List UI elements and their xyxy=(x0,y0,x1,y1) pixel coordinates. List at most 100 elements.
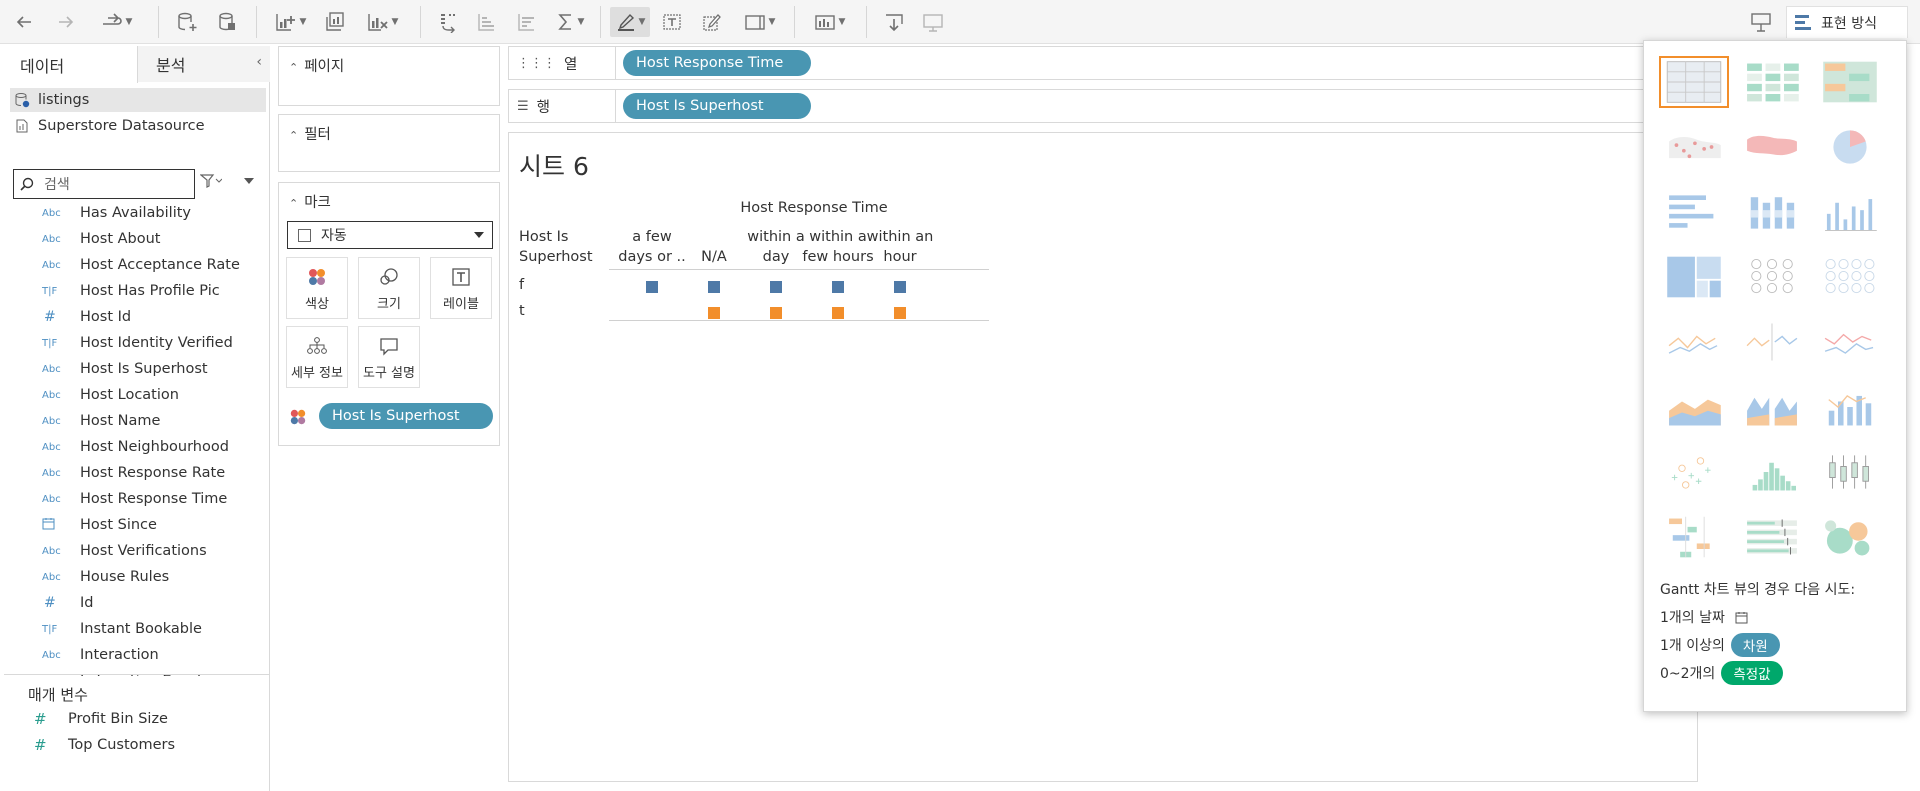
rows-field-pill[interactable]: Host Is Superhost xyxy=(623,93,811,119)
field-item[interactable]: Abc Host About xyxy=(4,226,270,252)
fit-button[interactable]: ▼ xyxy=(738,7,780,37)
collapse-panel-icon[interactable]: ‹ xyxy=(256,54,262,70)
field-item[interactable]: Host Since xyxy=(4,512,270,538)
chart-type-packed-bubbles[interactable] xyxy=(1815,511,1885,563)
clear-sheet-button[interactable]: ▼ xyxy=(362,7,402,37)
field-item[interactable]: Abc Host Name xyxy=(4,408,270,434)
size-button[interactable]: 크기 xyxy=(358,257,420,319)
column-field-header[interactable]: Host Response Time xyxy=(704,198,924,218)
chart-type-box-whisker[interactable] xyxy=(1815,446,1885,498)
tab-analysis[interactable]: 분석 ‹ xyxy=(138,46,270,82)
chart-type-side-by-side-circle[interactable] xyxy=(1815,251,1885,303)
replay-button[interactable]: ▼ xyxy=(90,7,142,37)
field-item[interactable]: Abc Host Acceptance Rate xyxy=(4,252,270,278)
color-button[interactable]: 색상 xyxy=(286,257,348,319)
tab-data[interactable]: 데이터 xyxy=(4,46,138,83)
parameter-item[interactable]: # Top Customers xyxy=(4,732,270,758)
chart-type-dual-combination[interactable] xyxy=(1815,381,1885,433)
column-header[interactable]: within an hour xyxy=(855,227,945,267)
tooltip-button[interactable] xyxy=(1746,7,1776,37)
square-mark[interactable] xyxy=(894,281,906,293)
sort-descending-button[interactable] xyxy=(512,7,540,37)
chart-type-filled-map[interactable] xyxy=(1737,121,1807,173)
field-item[interactable]: Abc Host Verifications xyxy=(4,538,270,564)
datasource-button[interactable] xyxy=(212,7,242,37)
search-input[interactable]: 검색 xyxy=(13,169,195,199)
row-header[interactable]: t xyxy=(519,303,525,319)
duplicate-sheet-button[interactable] xyxy=(320,7,350,37)
field-item[interactable]: Abc Host Is Superhost xyxy=(4,356,270,382)
field-item[interactable]: Abc Interaction xyxy=(4,642,270,668)
field-item[interactable]: Abc Host Neighbourhood xyxy=(4,434,270,460)
show-hide-cards-button[interactable]: ▼ xyxy=(808,7,850,37)
detail-button[interactable]: 세부 정보 xyxy=(286,326,348,388)
field-item[interactable]: T|F Instant Bookable xyxy=(4,616,270,642)
swap-button[interactable] xyxy=(434,7,462,37)
sort-ascending-button[interactable] xyxy=(472,7,500,37)
chart-type-heat-map[interactable] xyxy=(1815,56,1885,108)
chart-type-scatter[interactable] xyxy=(1659,446,1729,498)
show-labels-button[interactable] xyxy=(658,7,686,37)
format-workbook-button[interactable] xyxy=(698,7,726,37)
datasource-superstore[interactable]: Superstore Datasource xyxy=(10,114,266,138)
columns-field-pill[interactable]: Host Response Time xyxy=(623,50,811,76)
chart-type-lines-discrete[interactable] xyxy=(1737,316,1807,368)
square-mark[interactable] xyxy=(708,281,720,293)
presentation-mode-button[interactable] xyxy=(918,7,948,37)
chart-type-dual-lines[interactable] xyxy=(1815,316,1885,368)
field-item[interactable]: Abc Has Availability xyxy=(4,206,270,226)
field-item[interactable]: Abc Host Location xyxy=(4,382,270,408)
chart-type-side-by-side-bar[interactable] xyxy=(1815,186,1885,238)
square-mark[interactable] xyxy=(894,307,906,319)
square-mark[interactable] xyxy=(832,307,844,319)
square-mark[interactable] xyxy=(770,307,782,319)
chart-type-lines-continuous[interactable] xyxy=(1659,316,1729,368)
mark-type-dropdown[interactable]: 자동 xyxy=(287,221,493,249)
chart-type-highlight-table[interactable] xyxy=(1737,56,1807,108)
chart-type-horizontal-bar[interactable] xyxy=(1659,186,1729,238)
label-button[interactable]: 레이블 xyxy=(430,257,492,319)
chart-type-area-continuous[interactable] xyxy=(1659,381,1729,433)
field-item[interactable]: # Host Id xyxy=(4,304,270,330)
field-item[interactable]: T|F Host Has Profile Pic xyxy=(4,278,270,304)
square-mark[interactable] xyxy=(646,281,658,293)
square-mark[interactable] xyxy=(770,281,782,293)
chart-type-treemap[interactable] xyxy=(1659,251,1729,303)
field-item[interactable]: Abc Host Response Time xyxy=(4,486,270,512)
new-worksheet-button[interactable]: ▼ xyxy=(272,7,308,37)
chart-type-pie[interactable] xyxy=(1815,121,1885,173)
columns-shelf[interactable]: ⋮⋮⋮ 열 Host Response Time xyxy=(508,46,1698,80)
undo-button[interactable] xyxy=(10,7,38,37)
parameter-item[interactable]: # Profit Bin Size xyxy=(4,706,270,732)
totals-button[interactable]: ▼ xyxy=(552,7,588,37)
download-button[interactable] xyxy=(880,7,908,37)
chart-type-text-table[interactable] xyxy=(1659,56,1729,108)
filter-fields-button[interactable] xyxy=(199,174,223,192)
chart-type-area-discrete[interactable] xyxy=(1737,381,1807,433)
datasource-listings[interactable]: listings xyxy=(10,88,266,112)
color-field-pill[interactable]: Host Is Superhost xyxy=(319,403,493,429)
redo-button[interactable] xyxy=(52,7,80,37)
tooltip-mark-button[interactable]: 도구 설명 xyxy=(358,326,420,388)
data-panel-menu-icon[interactable] xyxy=(244,178,254,184)
rows-shelf[interactable]: ☰ 행 Host Is Superhost xyxy=(508,89,1698,123)
chart-type-circle-view[interactable] xyxy=(1737,251,1807,303)
field-item[interactable]: T|F Host Identity Verified xyxy=(4,330,270,356)
new-datasource-button[interactable] xyxy=(172,7,202,37)
field-item[interactable]: Abc House Rules xyxy=(4,564,270,590)
chart-type-stacked-bar[interactable] xyxy=(1737,186,1807,238)
square-mark[interactable] xyxy=(708,307,720,319)
row-header[interactable]: f xyxy=(519,277,524,293)
filters-card[interactable]: ⌃ 필터 xyxy=(278,114,500,172)
pages-card[interactable]: ⌃ 페이지 xyxy=(278,46,500,106)
field-item[interactable]: # Id xyxy=(4,590,270,616)
row-field-header[interactable]: Host Is Superhost xyxy=(519,227,593,267)
field-item[interactable]: Abc Host Response Rate xyxy=(4,460,270,486)
highlight-button[interactable]: ▼ xyxy=(610,7,650,37)
chart-type-histogram[interactable] xyxy=(1737,446,1807,498)
square-mark[interactable] xyxy=(832,281,844,293)
show-me-button[interactable]: 표현 방식 xyxy=(1786,6,1908,38)
chart-type-gantt[interactable] xyxy=(1659,511,1729,563)
chart-type-bullet[interactable] xyxy=(1737,511,1807,563)
chart-type-symbol-map[interactable] xyxy=(1659,121,1729,173)
